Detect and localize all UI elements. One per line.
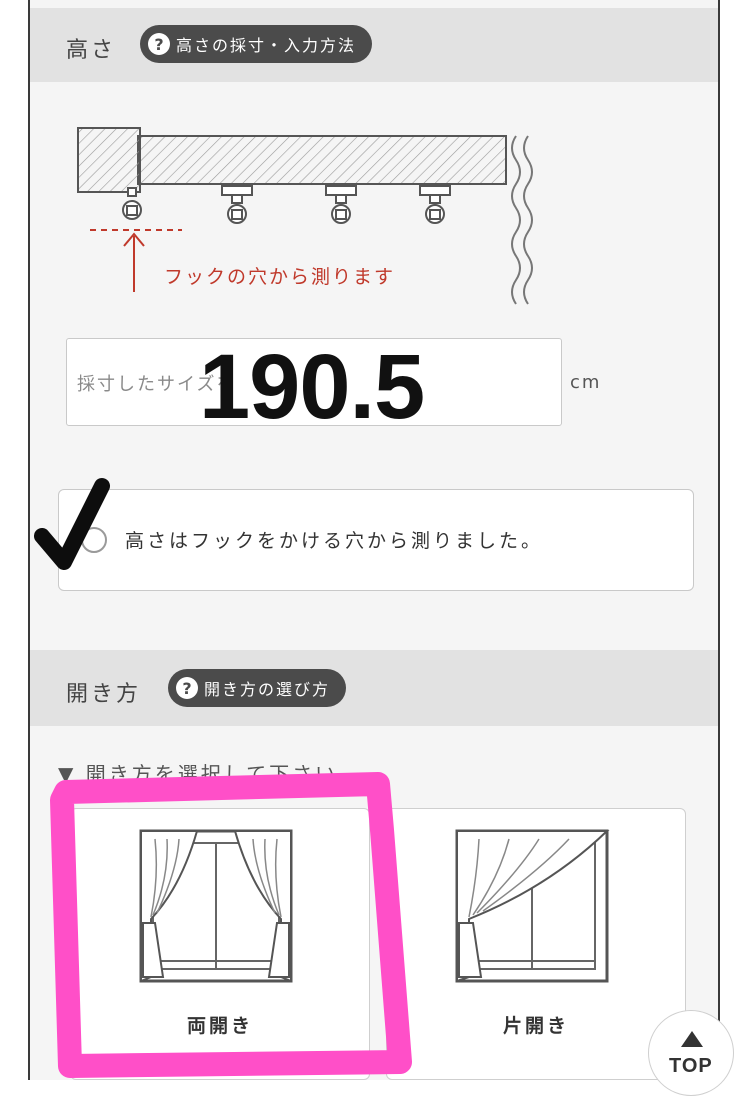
opening-prompt: ▼ 開き方を選択して下さい [58,762,339,780]
option-double-opening-label: 両開き [186,1015,253,1037]
opening-section-title: 開き方 [66,682,142,707]
up-arrow-icon [681,1031,703,1047]
diagram-note: フックの穴から測ります [164,266,396,288]
single-opening-curtain-icon [455,829,610,983]
option-single-opening-label: 片開き [502,1015,569,1037]
opening-help-label: 開き方の選び方 [204,680,331,699]
option-single-opening[interactable]: 片開き [386,808,686,1080]
height-section-title: 高さ [66,38,117,63]
height-help-label: 高さの採寸・入力方法 [176,36,357,55]
double-opening-curtain-icon [139,829,293,983]
height-unit: cm [570,372,602,393]
scroll-top-button[interactable]: TOP [648,1010,734,1096]
handwritten-checkmark-icon [34,478,110,570]
question-icon: ? [176,677,198,699]
hook-confirm-label: 高さはフックをかける穴から測りました。 [125,530,544,552]
option-double-opening[interactable]: 両開き [70,808,370,1080]
top-strip [30,0,718,8]
height-help-button[interactable]: ? 高さの採寸・入力方法 [140,25,373,63]
opening-help-button[interactable]: ? 開き方の選び方 [168,669,347,707]
question-icon: ? [148,33,170,55]
hook-confirm-option[interactable]: 高さはフックをかける穴から測りました。 [58,489,694,591]
height-section-header: 高さ ? 高さの採寸・入力方法 [30,8,718,82]
height-input-value: 190.5 [199,336,425,438]
height-input[interactable]: 採寸したサイズを 190.5 [66,338,562,433]
form-panel: 高さ ? 高さの採寸・入力方法 フックの穴から測ります 採寸したサイズを 190… [28,0,720,1080]
scroll-top-label: TOP [669,1055,713,1077]
opening-section-header: 開き方 ? 開き方の選び方 [30,650,718,726]
